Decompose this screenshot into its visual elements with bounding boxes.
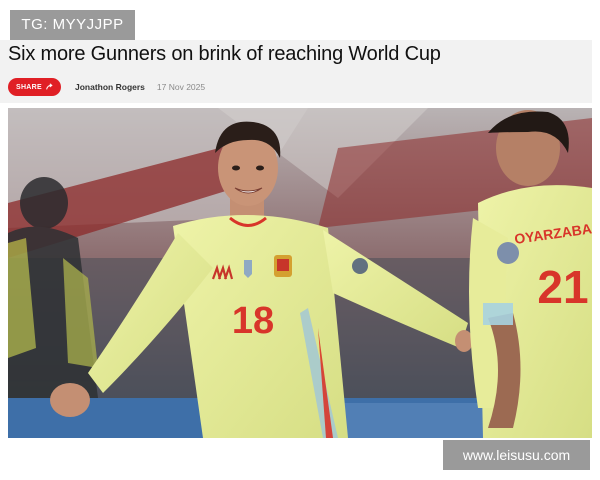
jersey-number-back: 21 — [537, 261, 588, 313]
hero-photo: 18 OYARZABAL 21 — [8, 108, 592, 438]
hero-photo-illustration: 18 OYARZABAL 21 — [8, 108, 592, 438]
article-date: 17 Nov 2025 — [156, 82, 206, 92]
article-headline[interactable]: Six more Gunners on brink of reaching Wo… — [8, 43, 441, 66]
article-author[interactable]: Jonathon Rogers — [75, 82, 145, 92]
article-meta: SHARE Jonathon Rogers 17 Nov 2025 — [8, 78, 205, 96]
share-button[interactable]: SHARE — [8, 78, 61, 96]
watermark: www.leisusu.com — [443, 440, 590, 470]
tg-badge: TG: MYYJJPP — [10, 10, 135, 40]
jersey-number-front: 18 — [232, 300, 274, 342]
share-arrow-icon — [46, 83, 53, 90]
share-label: SHARE — [15, 83, 42, 91]
sleeve-patch-icon — [352, 258, 368, 274]
